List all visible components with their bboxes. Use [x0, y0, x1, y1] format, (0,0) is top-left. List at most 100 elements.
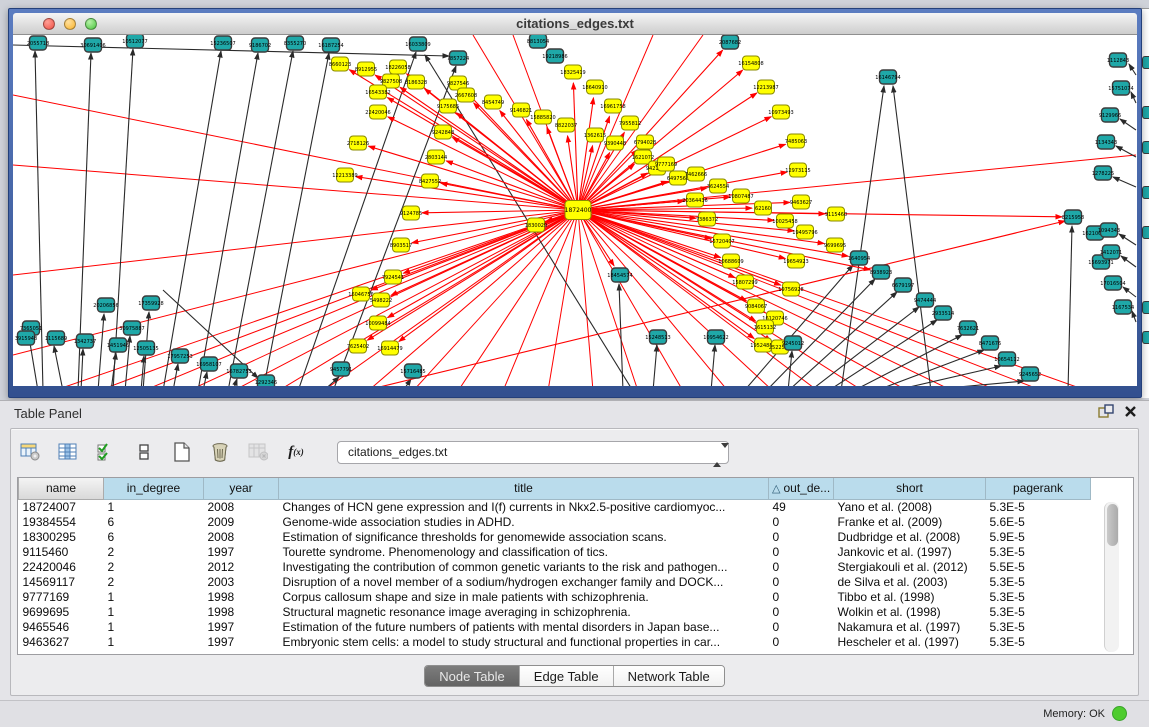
function-builder-icon[interactable]: f(x): [285, 441, 307, 463]
table-cell[interactable]: 1: [104, 604, 204, 619]
table-row[interactable]: 911546021997Tourette syndrome. Phenomeno…: [19, 544, 1091, 559]
graph-node[interactable]: [1142, 301, 1149, 314]
table-cell[interactable]: Estimation of the future numbers of pati…: [279, 619, 769, 634]
column-header-out_de[interactable]: △out_de...: [769, 478, 834, 499]
table-cell[interactable]: Corpus callosum shape and size in male p…: [279, 589, 769, 604]
table-cell[interactable]: 9777169: [19, 589, 104, 604]
table-cell[interactable]: 0: [769, 529, 834, 544]
table-cell[interactable]: Changes of HCN gene expression and I(f) …: [279, 499, 769, 514]
table-cell[interactable]: Hescheler et al. (1997): [834, 634, 986, 649]
table-cell[interactable]: 1: [104, 589, 204, 604]
table-row[interactable]: 946362711997Embryonic stem cells: a mode…: [19, 634, 1091, 649]
table-cell[interactable]: 0: [769, 559, 834, 574]
tab-network-table[interactable]: Network Table: [614, 666, 724, 686]
window-titlebar[interactable]: citations_edges.txt: [13, 13, 1137, 35]
table-cell[interactable]: 9465546: [19, 619, 104, 634]
table-cell[interactable]: 9463627: [19, 634, 104, 649]
table-cell[interactable]: 2009: [204, 514, 279, 529]
graph-node[interactable]: [1142, 141, 1149, 154]
table-cell[interactable]: 9699695: [19, 604, 104, 619]
table-cell[interactable]: 5.9E-5: [986, 529, 1091, 544]
table-row[interactable]: 969969511998Structural magnetic resonanc…: [19, 604, 1091, 619]
table-row[interactable]: 2242004622012Investigating the contribut…: [19, 559, 1091, 574]
table-cell[interactable]: 49: [769, 499, 834, 514]
table-cell[interactable]: 1: [104, 499, 204, 514]
graph-node[interactable]: [1142, 186, 1149, 199]
table-cell[interactable]: Franke et al. (2009): [834, 514, 986, 529]
select-visible-columns-icon[interactable]: [95, 441, 117, 463]
table-cell[interactable]: Tourette syndrome. Phenomenology and cla…: [279, 544, 769, 559]
table-cell[interactable]: 0: [769, 544, 834, 559]
table-cell[interactable]: 2008: [204, 499, 279, 514]
table-cell[interactable]: Dudbridge et al. (2008): [834, 529, 986, 544]
table-cell[interactable]: 5.5E-5: [986, 559, 1091, 574]
table-cell[interactable]: Structural magnetic resonance image aver…: [279, 604, 769, 619]
table-cell[interactable]: 5.3E-5: [986, 499, 1091, 514]
table-cell[interactable]: 2008: [204, 529, 279, 544]
table-cell[interactable]: 6: [104, 514, 204, 529]
table-row[interactable]: 1872400712008Changes of HCN gene express…: [19, 499, 1091, 514]
table-cell[interactable]: de Silva et al. (2003): [834, 574, 986, 589]
table-cell[interactable]: 0: [769, 514, 834, 529]
table-cell[interactable]: 0: [769, 634, 834, 649]
table-row[interactable]: 946554611997Estimation of the future num…: [19, 619, 1091, 634]
table-selector-dropdown[interactable]: citations_edges.txt: [337, 441, 729, 464]
tab-node-table[interactable]: Node Table: [425, 666, 520, 686]
table-cell[interactable]: 2003: [204, 574, 279, 589]
table-cell[interactable]: Tibbo et al. (1998): [834, 589, 986, 604]
table-cell[interactable]: 0: [769, 589, 834, 604]
table-cell[interactable]: 5.3E-5: [986, 544, 1091, 559]
table-cell[interactable]: 0: [769, 574, 834, 589]
table-cell[interactable]: 2: [104, 574, 204, 589]
column-header-pagerank[interactable]: pagerank: [986, 478, 1091, 499]
table-cell[interactable]: Embryonic stem cells: a model to study s…: [279, 634, 769, 649]
table-cell[interactable]: 2: [104, 559, 204, 574]
table-cell[interactable]: 5.6E-5: [986, 514, 1091, 529]
table-cell[interactable]: 0: [769, 619, 834, 634]
table-cell[interactable]: 1998: [204, 589, 279, 604]
table-row[interactable]: 1830029562008Estimation of significance …: [19, 529, 1091, 544]
table-row[interactable]: 1456911722003Disruption of a novel membe…: [19, 574, 1091, 589]
table-cell[interactable]: 19384554: [19, 514, 104, 529]
create-new-column-icon[interactable]: [171, 441, 193, 463]
table-cell[interactable]: 5.3E-5: [986, 619, 1091, 634]
table-cell[interactable]: Disruption of a novel member of a sodium…: [279, 574, 769, 589]
table-cell[interactable]: Nakamura et al. (1997): [834, 619, 986, 634]
tab-edge-table[interactable]: Edge Table: [520, 666, 614, 686]
column-header-title[interactable]: title: [279, 478, 769, 499]
table-cell[interactable]: 5.3E-5: [986, 589, 1091, 604]
table-row[interactable]: 977716911998Corpus callosum shape and si…: [19, 589, 1091, 604]
column-header-name[interactable]: name: [19, 478, 104, 499]
table-cell[interactable]: 1997: [204, 619, 279, 634]
column-header-in_degree[interactable]: in_degree: [104, 478, 204, 499]
table-cell[interactable]: 18724007: [19, 499, 104, 514]
table-settings-icon[interactable]: [19, 441, 41, 463]
network-window[interactable]: citations_edges.txt 86601238912955182260…: [8, 8, 1142, 398]
table-cell[interactable]: 1998: [204, 604, 279, 619]
column-header-short[interactable]: short: [834, 478, 986, 499]
table-cell[interactable]: 6: [104, 529, 204, 544]
table-cell[interactable]: 2012: [204, 559, 279, 574]
delete-column-icon[interactable]: [209, 441, 231, 463]
table-cell[interactable]: 14569117: [19, 574, 104, 589]
table-cell[interactable]: 1997: [204, 544, 279, 559]
table-cell[interactable]: 18300295: [19, 529, 104, 544]
row-height-icon[interactable]: [133, 441, 155, 463]
column-header-year[interactable]: year: [204, 478, 279, 499]
table-cell[interactable]: 5.3E-5: [986, 574, 1091, 589]
graph-node[interactable]: [1142, 226, 1149, 239]
table-cell[interactable]: 2: [104, 544, 204, 559]
table-cell[interactable]: Yano et al. (2008): [834, 499, 986, 514]
graph-node[interactable]: [1142, 331, 1149, 344]
table-cell[interactable]: Estimation of significance thresholds fo…: [279, 529, 769, 544]
table-cell[interactable]: 9115460: [19, 544, 104, 559]
table-vertical-scrollbar[interactable]: [1104, 502, 1119, 652]
graph-node[interactable]: [1142, 56, 1149, 69]
table-cell[interactable]: Investigating the contribution of common…: [279, 559, 769, 574]
graph-node[interactable]: [1142, 106, 1149, 119]
table-cell[interactable]: 1: [104, 619, 204, 634]
close-panel-icon[interactable]: [1124, 405, 1137, 418]
float-panel-icon[interactable]: [1098, 404, 1114, 418]
network-canvas[interactable]: 8660123891295518226058982750881863289827…: [13, 35, 1137, 386]
table-cell[interactable]: 1997: [204, 634, 279, 649]
